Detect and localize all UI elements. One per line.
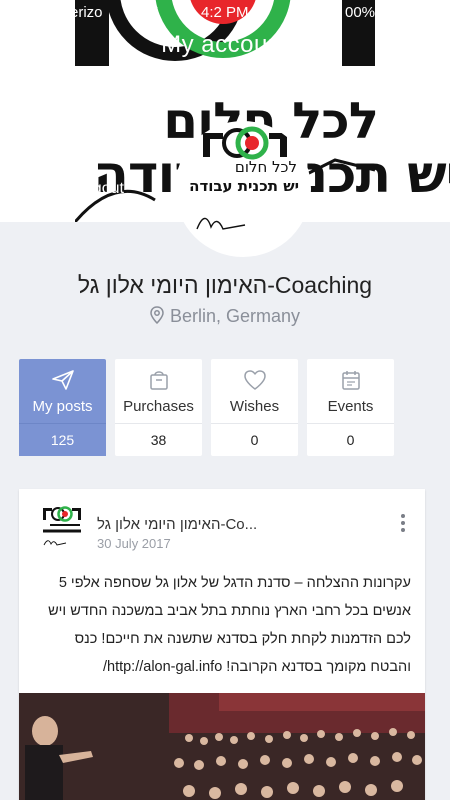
stat-count: 125 [19, 423, 106, 456]
post-date: 30 July 2017 [97, 536, 171, 551]
location-pin-icon [150, 306, 164, 329]
stat-count: 0 [307, 423, 394, 456]
avatar[interactable]: לכל חלום יש תכנית עבודה [175, 121, 311, 257]
post-photo-audience [19, 693, 425, 800]
stat-label: My posts [32, 398, 93, 415]
page-title: My account [161, 31, 289, 58]
post-author-logo[interactable] [40, 503, 84, 553]
stat-label: Events [327, 398, 374, 415]
stat-label: Purchases [123, 398, 194, 415]
stat-count: 0 [211, 423, 298, 456]
battery-level: 00% [345, 4, 376, 21]
post-card[interactable]: האימון היומי אלון גל-Co... 30 July 2017 … [19, 489, 425, 800]
profile-location: Berlin, Germany [0, 306, 450, 329]
avatar-slogan-line2: יש תכנית עבודה [189, 177, 299, 195]
profile-name: האימון היומי אלון גל-Coaching [77, 272, 373, 298]
logout-button[interactable]: Logout [75, 180, 124, 198]
stat-events[interactable]: Events 0 [307, 359, 394, 456]
stat-purchases[interactable]: Purchases 38 [115, 359, 202, 456]
location-text: Berlin, Germany [169, 306, 301, 326]
post-author-name[interactable]: האימון היומי אלון גל-Co... [97, 516, 257, 533]
carrier-label: erizo [70, 4, 103, 21]
stat-label: Wishes [229, 398, 280, 415]
more-options-icon[interactable] [397, 514, 409, 536]
post-text: עקרונות ההצלחה – סדנת הדגל של אלון גל שס… [48, 575, 411, 675]
stats-bar: My posts 125 Purchases 38 Wishes 0 Event… [19, 359, 395, 456]
calendar-icon [307, 369, 394, 396]
wifi-icon [140, 3, 158, 23]
shopping-bag-icon [115, 369, 202, 396]
clock-time: 4:2 PM [201, 4, 249, 21]
post-image[interactable] [19, 693, 425, 800]
stat-my-posts[interactable]: My posts 125 [19, 359, 106, 456]
stat-wishes[interactable]: Wishes 0 [211, 359, 298, 456]
paper-plane-icon [19, 369, 106, 396]
avatar-slogan-line1: לכל חלום [234, 158, 297, 176]
status-bar: erizo 4:2 PM 00% [0, 0, 450, 26]
heart-icon [211, 369, 298, 396]
stat-count: 38 [115, 423, 202, 456]
